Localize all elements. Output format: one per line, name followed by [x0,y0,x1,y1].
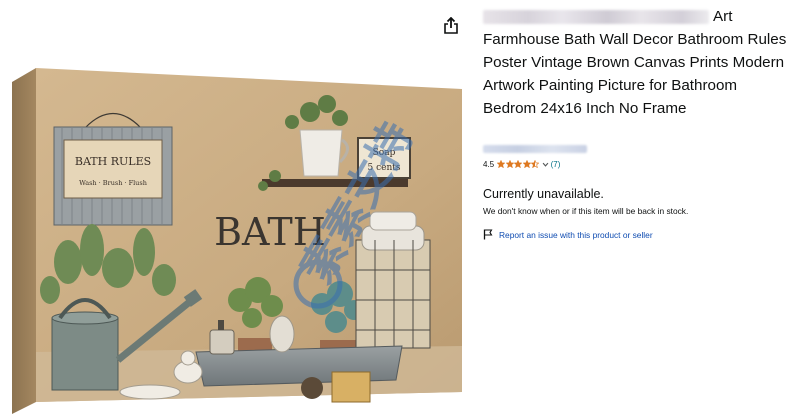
brand-name-blurred [483,9,709,24]
sign-subtitle: Wash · Brush · Flush [79,179,147,187]
pitcher [299,129,343,177]
availability-status: Currently unavailable. [483,187,604,201]
soap-bar-1 [269,315,295,353]
soap-dish [119,384,181,400]
product-title-text: Art Farmhouse Bath Wall Decor Bathroom R… [483,8,787,117]
report-issue-link[interactable]: Report an issue with this product or sel… [483,229,653,240]
star-icon [531,160,540,168]
star-icon [522,160,531,168]
canvas-side-edge [12,68,36,414]
review-count-link[interactable]: (7) [551,160,561,169]
product-image-container[interactable]: BATH RULES Wash · Brush · Flush Soap 5 c… [0,0,470,420]
flag-icon [483,229,493,240]
store-link-blurred[interactable] [483,145,587,153]
star-icon [505,160,514,168]
star-icon [497,160,506,168]
rating-summary: 4.5 (7) [483,157,560,171]
bath-rules-sign: BATH RULES Wash · Brush · Flush [53,113,173,226]
sign-title: BATH RULES [75,155,151,168]
soap-stack [331,371,371,403]
share-button[interactable] [441,14,461,36]
rating-value: 4.5 [483,159,495,169]
share-icon [444,16,458,34]
star-rating[interactable] [497,160,540,168]
soap-dispenser [209,329,235,355]
star-icon [514,160,523,168]
product-image[interactable]: BATH RULES Wash · Brush · Flush Soap 5 c… [0,0,470,420]
availability-note: We don't know when or if this item will … [483,206,689,216]
report-issue-label[interactable]: Report an issue with this product or sel… [499,230,653,240]
twine-ball [301,377,323,399]
chevron-down-icon[interactable] [542,161,549,168]
product-title: Art Farmhouse Bath Wall Decor Bathroom R… [483,5,788,120]
